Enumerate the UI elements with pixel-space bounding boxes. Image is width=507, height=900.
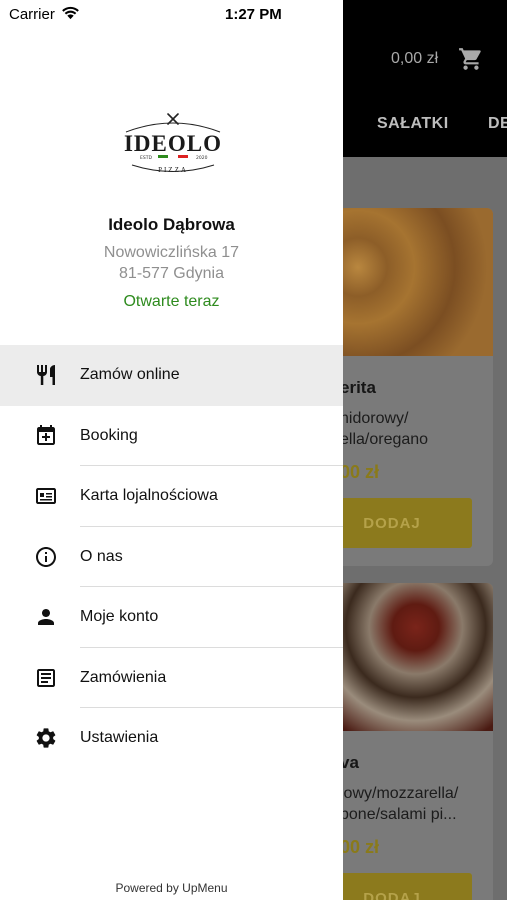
product-desc-line: pone/salami pi... — [340, 806, 457, 823]
menu-item-label: Karta lojalnościowa — [80, 487, 218, 505]
tab-salads[interactable]: SAŁATKI — [377, 115, 449, 133]
tab-desserts[interactable]: DE — [488, 115, 507, 133]
open-status: Otwarte teraz — [123, 293, 220, 310]
product-price: 00 zł — [340, 462, 380, 482]
receipt-icon — [37, 668, 55, 687]
carrier-label: Carrier — [9, 6, 55, 23]
gear-icon — [36, 728, 56, 748]
menu-item-label: Booking — [80, 426, 138, 444]
logo-estd: ESTD — [140, 155, 152, 161]
address-street: Nowowiczlińska 17 — [103, 244, 240, 261]
menu-item-label: Zamów online — [80, 366, 180, 384]
product-desc-line: nidorowy/ — [340, 410, 409, 427]
menu-item-label: Ustawienia — [80, 729, 159, 747]
clock: 1:27 PM — [225, 6, 282, 23]
menu-item-about[interactable]: O nas — [0, 527, 343, 587]
menu-item-loyalty-card[interactable]: Karta lojalnościowa — [0, 466, 343, 527]
menu-item-orders[interactable]: Zamówienia — [0, 648, 343, 708]
drawer-menu: Zamów online Booking Karta lojalnościowa… — [0, 345, 343, 769]
navigation-drawer: Carrier 1:27 PM IDEOLO ESTD 2020 PIZZA I… — [0, 0, 343, 900]
product-desc-line: lowy/mozzarella/ — [340, 785, 459, 802]
fork-knife-icon — [37, 365, 55, 386]
loyalty-card-icon — [36, 488, 56, 505]
calendar-add-icon — [37, 424, 55, 445]
product-price: 00 zł — [340, 837, 380, 857]
menu-item-label: Zamówienia — [80, 668, 167, 686]
restaurant-name: Ideolo Dąbrowa — [108, 215, 235, 234]
menu-item-settings[interactable]: Ustawienia — [0, 708, 343, 769]
menu-item-label: Moje konto — [80, 608, 159, 626]
restaurant-logo: IDEOLO ESTD 2020 PIZZA — [124, 113, 222, 174]
logo-wordmark: IDEOLO — [124, 131, 222, 156]
address-city: 81-577 Gdynia — [119, 265, 224, 282]
cart-total[interactable]: 0,00 zł — [391, 50, 438, 68]
cart-icon[interactable] — [458, 46, 484, 72]
menu-item-label: O nas — [80, 547, 123, 565]
person-icon — [38, 609, 54, 626]
product-title: erita — [340, 378, 376, 397]
status-bar: Carrier 1:27 PM — [0, 0, 343, 28]
powered-by[interactable]: Powered by UpMenu — [0, 881, 343, 895]
logo-year: 2020 — [196, 155, 208, 161]
menu-item-booking[interactable]: Booking — [0, 406, 343, 466]
wifi-icon — [62, 6, 79, 20]
product-desc-line: ella/oregano — [340, 431, 429, 448]
info-icon — [36, 546, 56, 567]
logo-subtitle: PIZZA — [158, 166, 188, 174]
menu-item-my-account[interactable]: Moje konto — [0, 587, 343, 648]
menu-item-order-online[interactable]: Zamów online — [0, 345, 343, 406]
